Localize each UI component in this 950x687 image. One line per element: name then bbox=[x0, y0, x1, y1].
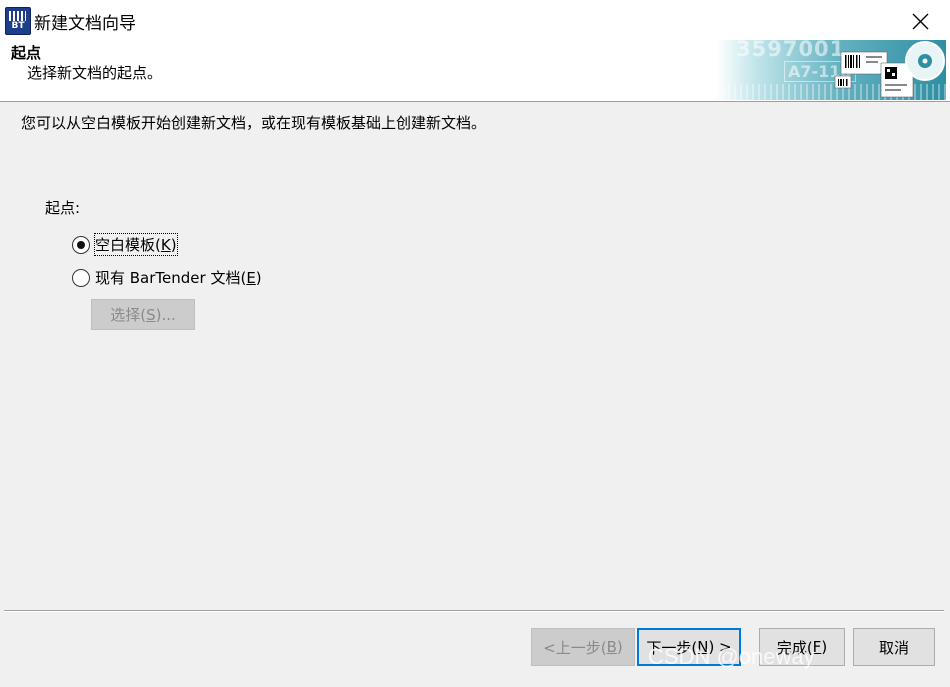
title-bar: BT 新建文档向导 bbox=[0, 0, 950, 40]
start-point-group-label: 起点: bbox=[45, 199, 81, 217]
bartender-app-icon: BT bbox=[5, 7, 31, 35]
page-title: 起点 bbox=[11, 44, 42, 62]
select-document-button[interactable]: 选择(S)... bbox=[91, 299, 195, 330]
option-existing-document-label: 现有 BarTender 文档(E) bbox=[95, 269, 262, 287]
radio-blank-template[interactable] bbox=[72, 235, 90, 254]
wizard-header: 起点 选择新文档的起点。 3597001 A7-118 bbox=[0, 40, 950, 102]
footer-divider bbox=[4, 610, 944, 612]
close-icon bbox=[912, 13, 928, 29]
watermark-text: CSDN @oneway bbox=[648, 644, 815, 669]
window-title: 新建文档向导 bbox=[34, 14, 136, 34]
wizard-description: 您可以从空白模板开始创建新文档，或在现有模板基础上创建新文档。 bbox=[21, 114, 487, 132]
labels-and-disc-icon bbox=[834, 41, 945, 98]
app-icon-text: BT bbox=[11, 21, 25, 31]
cancel-button[interactable]: 取消 bbox=[853, 628, 935, 666]
back-button[interactable]: <上一步(B) bbox=[531, 628, 635, 666]
page-subtitle: 选择新文档的起点。 bbox=[27, 64, 163, 82]
option-existing-document[interactable]: 现有 BarTender 文档(E) bbox=[72, 267, 262, 288]
header-banner-image: 3597001 A7-118 bbox=[716, 40, 946, 100]
option-blank-template[interactable]: 空白模板(K) bbox=[72, 233, 178, 256]
radio-existing-document[interactable] bbox=[72, 268, 90, 287]
option-blank-template-label: 空白模板(K) bbox=[94, 233, 178, 256]
close-button[interactable] bbox=[905, 6, 935, 36]
